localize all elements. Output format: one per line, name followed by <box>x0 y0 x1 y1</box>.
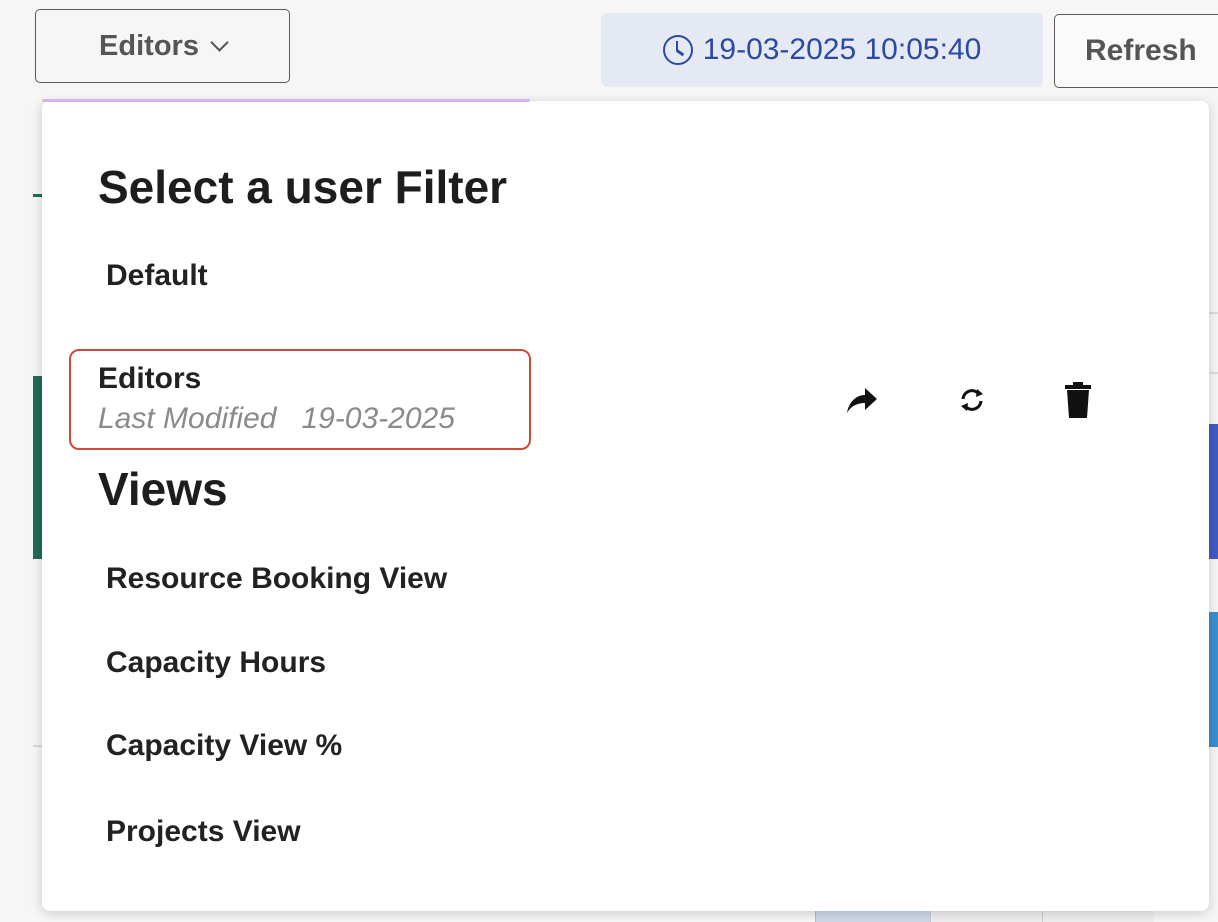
background-bar <box>1208 612 1218 747</box>
panel-title: Select a user Filter <box>98 161 508 213</box>
background-cell <box>930 910 1042 922</box>
background-bar <box>1208 424 1218 559</box>
panel-accent-bar <box>42 99 530 102</box>
view-item-resource-booking[interactable]: Resource Booking View <box>106 562 447 596</box>
background-marker <box>33 194 42 197</box>
view-item-capacity-percent[interactable]: Capacity View % <box>106 729 342 763</box>
clock-icon <box>662 35 693 65</box>
share-icon[interactable] <box>842 380 882 420</box>
filter-item-default[interactable]: Default <box>106 259 208 293</box>
background-divider <box>1208 372 1218 374</box>
background-cell <box>815 910 930 922</box>
chevron-down-icon <box>210 32 229 52</box>
refresh-button-label: Refresh <box>1085 34 1197 67</box>
background-divider <box>33 745 42 747</box>
sync-icon[interactable] <box>952 380 992 420</box>
view-item-projects[interactable]: Projects View <box>106 815 301 849</box>
timestamp-text: 19-03-2025 10:05:40 <box>702 33 982 66</box>
user-filter-dropdown-label: Editors <box>99 29 199 62</box>
trash-icon[interactable] <box>1058 380 1098 420</box>
background-divider <box>1208 312 1218 314</box>
user-filter-dropdown-button[interactable]: Editors <box>35 9 290 83</box>
background-bar <box>33 376 42 559</box>
selected-filter-last-modified: Last Modified 19-03-2025 <box>98 402 455 435</box>
refresh-button[interactable]: Refresh <box>1054 14 1218 88</box>
views-heading: Views <box>98 463 228 515</box>
background-cell <box>1042 910 1154 922</box>
selected-filter-name: Editors <box>98 362 202 395</box>
last-refresh-timestamp: 19-03-2025 10:05:40 <box>601 13 1043 87</box>
view-item-capacity-hours[interactable]: Capacity Hours <box>106 646 326 680</box>
